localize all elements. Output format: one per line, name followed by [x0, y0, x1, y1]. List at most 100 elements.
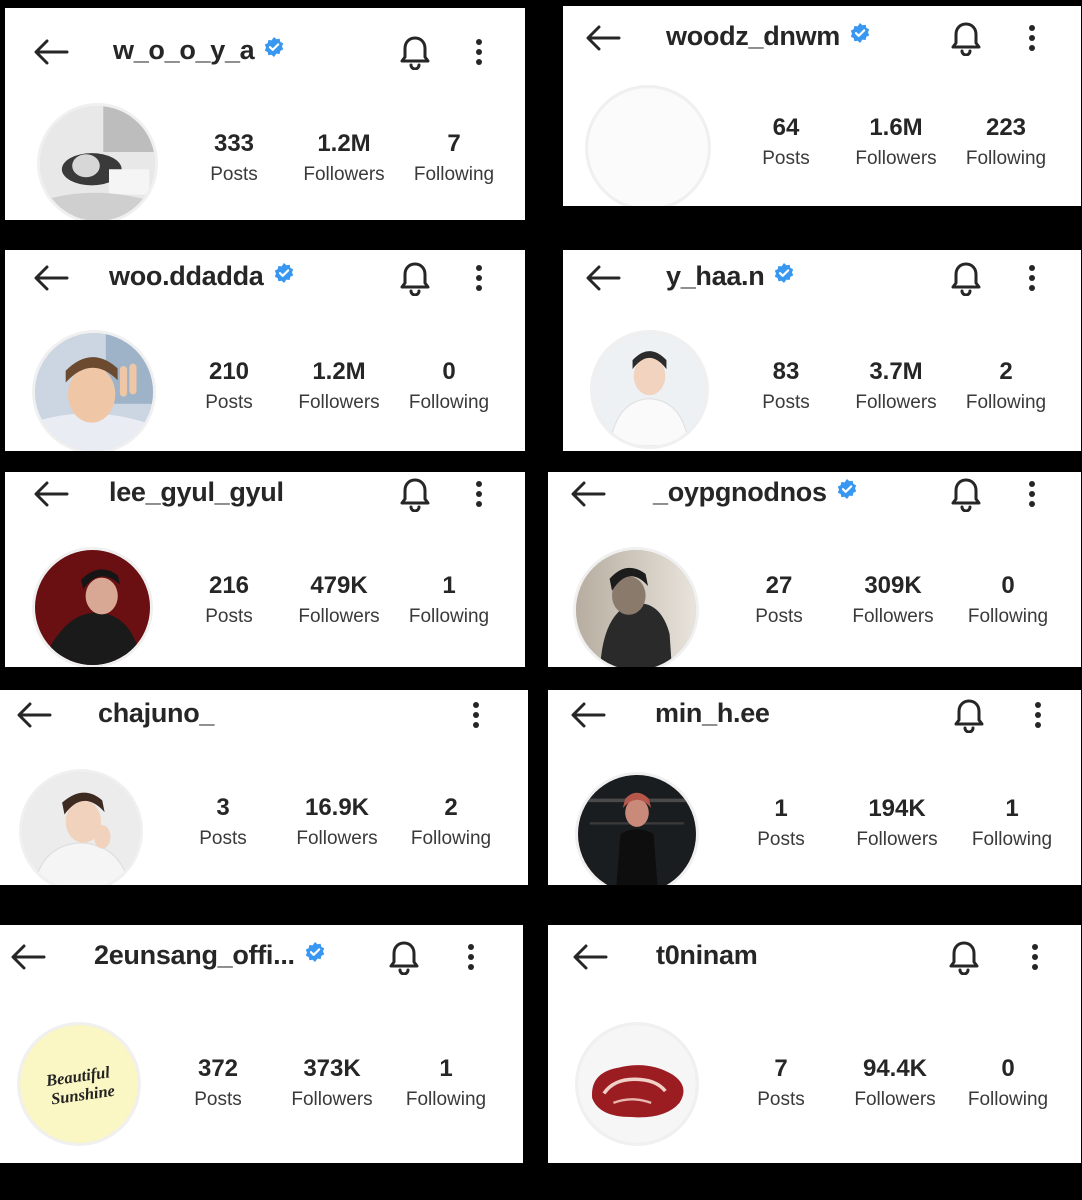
- more-options-icon[interactable]: [472, 701, 480, 729]
- following-stat[interactable]: 1 Following: [957, 795, 1067, 853]
- more-options-icon[interactable]: [1031, 943, 1039, 971]
- following-stat[interactable]: 1 Following: [394, 572, 504, 630]
- following-stat[interactable]: 2 Following: [951, 358, 1061, 416]
- following-stat-count: 2: [444, 794, 458, 821]
- followers-stat[interactable]: 479K Followers: [284, 572, 394, 630]
- followers-stat[interactable]: 1.2M Followers: [289, 130, 399, 188]
- bell-icon[interactable]: [948, 939, 980, 975]
- followers-stat[interactable]: 94.4K Followers: [840, 1055, 950, 1113]
- following-stat[interactable]: 0 Following: [394, 358, 504, 416]
- more-options-icon[interactable]: [475, 38, 483, 66]
- profile-username: y_haa.n: [666, 261, 794, 293]
- following-stat-count: 1: [442, 572, 456, 599]
- posts-stat[interactable]: 1 Posts: [726, 795, 836, 853]
- posts-stat[interactable]: 216 Posts: [174, 572, 284, 630]
- followers-stat[interactable]: 16.9K Followers: [282, 794, 392, 852]
- back-arrow-icon[interactable]: [33, 265, 69, 291]
- profile-avatar[interactable]: [576, 550, 696, 667]
- posts-stat-label: Posts: [210, 164, 258, 185]
- followers-stat[interactable]: 1.6M Followers: [841, 114, 951, 172]
- posts-stat-count: 7: [774, 1055, 788, 1082]
- posts-stat[interactable]: 7 Posts: [726, 1055, 836, 1113]
- followers-stat-label: Followers: [298, 392, 380, 413]
- profile-avatar[interactable]: [35, 333, 153, 451]
- profile-avatar[interactable]: [22, 772, 140, 885]
- followers-stat[interactable]: 1.2M Followers: [284, 358, 394, 416]
- following-stat[interactable]: 223 Following: [951, 114, 1061, 172]
- posts-stat-count: 210: [208, 358, 250, 385]
- following-stat-count: 0: [1001, 572, 1015, 599]
- back-arrow-icon[interactable]: [570, 702, 606, 728]
- profile-avatar[interactable]: [588, 88, 708, 206]
- more-options-icon[interactable]: [1028, 480, 1036, 508]
- following-stat[interactable]: 0 Following: [953, 572, 1063, 630]
- back-arrow-icon[interactable]: [16, 702, 52, 728]
- more-options-icon[interactable]: [475, 264, 483, 292]
- username-text: y_haa.n: [666, 261, 765, 291]
- bell-icon[interactable]: [399, 260, 431, 296]
- back-arrow-icon[interactable]: [572, 944, 608, 970]
- posts-stat-count: 27: [765, 572, 793, 599]
- more-options-icon[interactable]: [467, 943, 475, 971]
- posts-stat[interactable]: 210 Posts: [174, 358, 284, 416]
- profile-username: lee_gyul_gyul: [109, 477, 284, 508]
- followers-stat[interactable]: 3.7M Followers: [841, 358, 951, 416]
- bell-icon[interactable]: [388, 939, 420, 975]
- profile-username: 2eunsang_offi...: [94, 940, 325, 972]
- bell-icon[interactable]: [950, 260, 982, 296]
- profile-username: woo.ddadda: [109, 261, 294, 293]
- username-text: chajuno_: [98, 698, 215, 728]
- more-options-icon[interactable]: [1028, 264, 1036, 292]
- following-stat[interactable]: 1 Following: [391, 1055, 501, 1113]
- verified-badge-icon: [837, 475, 857, 506]
- following-stat-label: Following: [408, 606, 490, 627]
- posts-stat-count: 64: [772, 114, 800, 141]
- more-options-icon[interactable]: [475, 480, 483, 508]
- posts-stat[interactable]: 27 Posts: [724, 572, 834, 630]
- following-stat[interactable]: 0 Following: [953, 1055, 1063, 1113]
- profile-card: _oypgnodnos 27 Posts 309K Followers 0 Fo…: [548, 472, 1081, 667]
- bell-icon[interactable]: [950, 476, 982, 512]
- more-options-icon[interactable]: [1028, 24, 1036, 52]
- back-arrow-icon[interactable]: [585, 265, 621, 291]
- posts-stat[interactable]: 83 Posts: [731, 358, 841, 416]
- verified-badge-icon: [264, 33, 284, 64]
- following-stat[interactable]: 2 Following: [396, 794, 506, 852]
- following-stat-count: 0: [1001, 1055, 1015, 1082]
- profile-avatar[interactable]: [578, 1025, 696, 1143]
- back-arrow-icon[interactable]: [33, 39, 69, 65]
- profile-card: 2eunsang_offi... Beautiful Sunshine 372 Po…: [0, 925, 523, 1163]
- profile-avatar[interactable]: Beautiful Sunshine: [20, 1025, 138, 1143]
- back-arrow-icon[interactable]: [585, 25, 621, 51]
- bell-icon[interactable]: [953, 697, 985, 733]
- posts-stat-label: Posts: [199, 828, 247, 849]
- bell-icon[interactable]: [399, 476, 431, 512]
- profile-username: woodz_dnwm: [666, 21, 870, 53]
- back-arrow-icon[interactable]: [10, 944, 46, 970]
- more-options-icon[interactable]: [1034, 701, 1042, 729]
- bell-icon[interactable]: [950, 20, 982, 56]
- posts-stat[interactable]: 3 Posts: [168, 794, 278, 852]
- posts-stat[interactable]: 372 Posts: [163, 1055, 273, 1113]
- username-text: _oypgnodnos: [653, 477, 827, 507]
- profile-username: w_o_o_y_a: [113, 35, 284, 67]
- followers-stat[interactable]: 309K Followers: [838, 572, 948, 630]
- posts-stat-count: 83: [772, 358, 800, 385]
- followers-stat-count: 3.7M: [869, 358, 923, 385]
- following-stat[interactable]: 7 Following: [399, 130, 509, 188]
- bell-icon[interactable]: [399, 34, 431, 70]
- profile-avatar[interactable]: [40, 106, 155, 220]
- profile-avatar[interactable]: [593, 333, 706, 446]
- back-arrow-icon[interactable]: [33, 481, 69, 507]
- followers-stat[interactable]: 194K Followers: [842, 795, 952, 853]
- followers-stat[interactable]: 373K Followers: [277, 1055, 387, 1113]
- following-stat-label: Following: [967, 606, 1049, 627]
- profile-avatar[interactable]: [578, 775, 696, 885]
- followers-stat-count: 16.9K: [304, 794, 370, 821]
- back-arrow-icon[interactable]: [570, 481, 606, 507]
- profile-avatar[interactable]: [35, 550, 150, 665]
- posts-stat[interactable]: 333 Posts: [179, 130, 289, 188]
- following-stat-label: Following: [410, 828, 492, 849]
- posts-stat[interactable]: 64 Posts: [731, 114, 841, 172]
- posts-stat-label: Posts: [762, 392, 810, 413]
